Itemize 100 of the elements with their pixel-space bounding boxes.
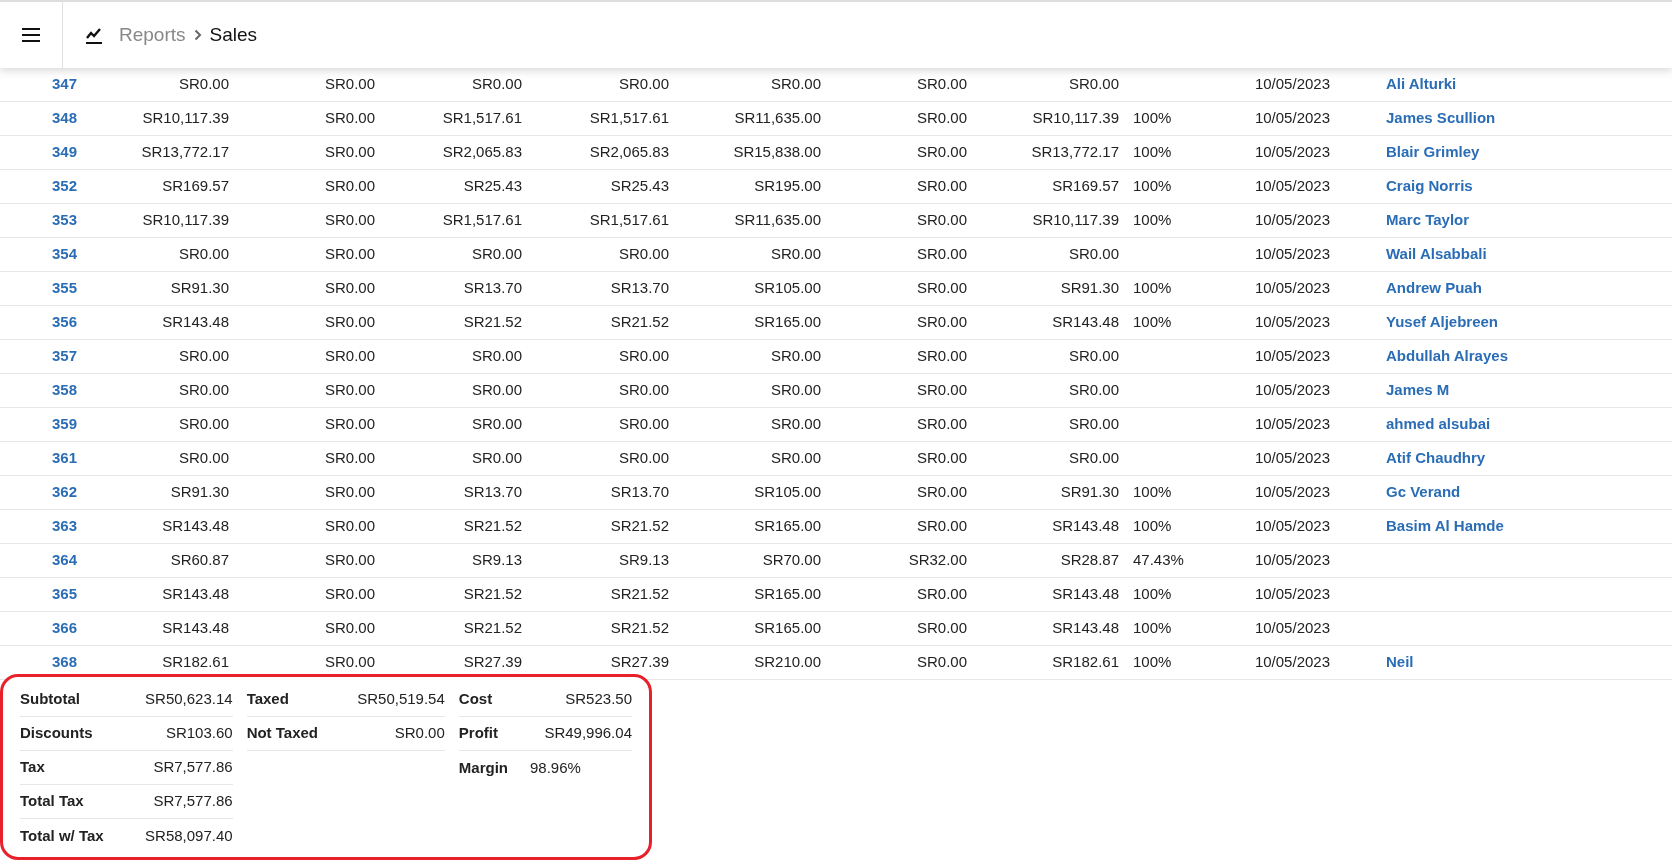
table-cell-text: SR0.00 — [769, 414, 821, 435]
table-cell-text: SR21.52 — [462, 618, 522, 639]
table-cell-text: SR0.00 — [470, 448, 522, 469]
customer-link[interactable]: Yusef Aljebreen — [1386, 313, 1498, 331]
table-cell-text: SR60.87 — [169, 550, 229, 571]
table-cell-text: SR21.52 — [462, 584, 522, 605]
customer-link[interactable]: Blair Grimley — [1386, 143, 1480, 161]
table-cell-text: SR0.00 — [323, 516, 375, 537]
customer-link[interactable]: Ali Alturki — [1386, 75, 1457, 93]
table-cell-text: SR91.30 — [1059, 482, 1119, 503]
table-cell-text: SR0.00 — [323, 108, 375, 129]
order-link[interactable]: 349 — [0, 141, 77, 164]
customer-link[interactable]: Wail Alsabbali — [1386, 245, 1487, 263]
summary-label: Tax — [20, 757, 45, 778]
table-cell-text: SR0.00 — [1067, 244, 1119, 265]
table-cell-text: SR0.00 — [1067, 74, 1119, 95]
table-cell-text: SR25.43 — [609, 176, 669, 197]
customer-link[interactable]: Atif Chaudhry — [1386, 449, 1486, 467]
summary-label: Cost — [458, 689, 493, 710]
chevron-right-icon — [193, 29, 202, 41]
table-cell-text: SR21.52 — [462, 516, 522, 537]
order-link[interactable]: 356 — [0, 311, 77, 334]
table-cell-text: 10/05/2023 — [1254, 312, 1330, 333]
customer-link[interactable]: Basim Al Hamde — [1386, 517, 1504, 535]
table-cell-text: SR91.30 — [169, 278, 229, 299]
table-cell: 100% — [1133, 143, 1172, 161]
table-cell-text: SR0.00 — [915, 584, 967, 605]
summary-value: SR7,577.86 — [153, 791, 233, 812]
table-cell-text: SR0.00 — [177, 380, 229, 401]
table-cell-text: SR0.00 — [1067, 414, 1119, 435]
table-cell-text: 10/05/2023 — [1254, 74, 1330, 95]
customer-link[interactable]: Marc Taylor — [1386, 211, 1470, 229]
order-link[interactable]: 364 — [0, 549, 77, 572]
customer-link[interactable]: James M — [1386, 381, 1450, 399]
table-cell-text: 10/05/2023 — [1254, 482, 1330, 503]
table-cell-text: SR0.00 — [915, 516, 967, 537]
table-cell-text: SR143.48 — [1051, 584, 1119, 605]
customer-link[interactable]: ahmed alsubai — [1386, 415, 1491, 433]
table-cell-text: SR195.00 — [753, 176, 821, 197]
table-cell-text: SR0.00 — [617, 380, 669, 401]
table-cell-text: SR182.61 — [161, 652, 229, 673]
table-cell-text: SR0.00 — [470, 244, 522, 265]
table-cell-text: SR91.30 — [1059, 278, 1119, 299]
table-cell-text: SR27.39 — [609, 652, 669, 673]
summary-value: SR523.50 — [565, 689, 632, 710]
customer-link[interactable]: James Scullion — [1386, 109, 1496, 127]
table-cell-text: 10/05/2023 — [1254, 210, 1330, 231]
table-cell-text: SR10,117.39 — [1031, 108, 1119, 129]
table-cell-text: SR0.00 — [617, 346, 669, 367]
table-cell-text: SR10,117.39 — [1031, 210, 1119, 231]
summary-value: SR0.00 — [394, 723, 445, 744]
order-link[interactable]: 363 — [0, 515, 77, 538]
table-cell-text: SR10,117.39 — [141, 108, 229, 129]
table-cell-text: SR0.00 — [915, 142, 967, 163]
order-link[interactable]: 357 — [0, 345, 77, 368]
table-cell: 47.43% — [1133, 551, 1184, 569]
order-link[interactable]: 361 — [0, 447, 77, 470]
table-cell-text: SR21.52 — [462, 312, 522, 333]
customer-link[interactable]: Gc Verand — [1386, 483, 1461, 501]
table-cell-text: SR0.00 — [323, 550, 375, 571]
summary-value: SR49,996.04 — [544, 723, 632, 744]
table-cell-text: SR13.70 — [609, 482, 669, 503]
table-cell-text: SR25.43 — [462, 176, 522, 197]
order-link[interactable]: 358 — [0, 379, 77, 402]
table-cell-text: SR0.00 — [769, 448, 821, 469]
order-link[interactable]: 354 — [0, 243, 77, 266]
summary-value: SR50,519.54 — [357, 689, 445, 710]
order-link[interactable]: 368 — [0, 651, 77, 674]
table-cell-text: SR105.00 — [753, 482, 821, 503]
table-cell: 100% — [1133, 211, 1172, 229]
customer-link[interactable]: Andrew Puah — [1386, 279, 1482, 297]
summary-value: SR7,577.86 — [153, 757, 233, 778]
table-cell: 100% — [1133, 177, 1172, 195]
order-link[interactable]: 365 — [0, 583, 77, 606]
order-link[interactable]: 347 — [0, 73, 77, 96]
order-link[interactable]: 366 — [0, 617, 77, 640]
order-link[interactable]: 362 — [0, 481, 77, 504]
table-cell-text: SR143.48 — [1051, 618, 1119, 639]
breadcrumb-item[interactable]: Reports — [119, 20, 186, 50]
chart-line-icon — [85, 26, 103, 44]
table-cell-text: SR11,635.00 — [733, 210, 821, 231]
table-cell-text: SR13.70 — [462, 278, 522, 299]
table-cell-text: SR9.13 — [617, 550, 669, 571]
table-cell-text: SR0.00 — [323, 74, 375, 95]
table-cell-text: SR1,517.61 — [441, 108, 522, 129]
summary-value: SR58,097.40 — [145, 825, 233, 846]
table-cell-text: SR0.00 — [915, 380, 967, 401]
table-cell-text: SR91.30 — [169, 482, 229, 503]
customer-link[interactable]: Craig Norris — [1386, 177, 1473, 195]
customer-link[interactable]: Abdullah Alrayes — [1386, 347, 1508, 365]
customer-link[interactable]: Neil — [1386, 653, 1414, 671]
table-cell-text: SR0.00 — [915, 618, 967, 639]
order-link[interactable]: 352 — [0, 175, 77, 198]
order-link[interactable]: 359 — [0, 413, 77, 436]
order-link[interactable]: 353 — [0, 209, 77, 232]
order-link[interactable]: 348 — [0, 107, 77, 130]
table-cell-text: SR2,065.83 — [588, 142, 669, 163]
table-cell: 100% — [1133, 313, 1172, 331]
table-cell-text: SR2,065.83 — [441, 142, 522, 163]
order-link[interactable]: 355 — [0, 277, 77, 300]
